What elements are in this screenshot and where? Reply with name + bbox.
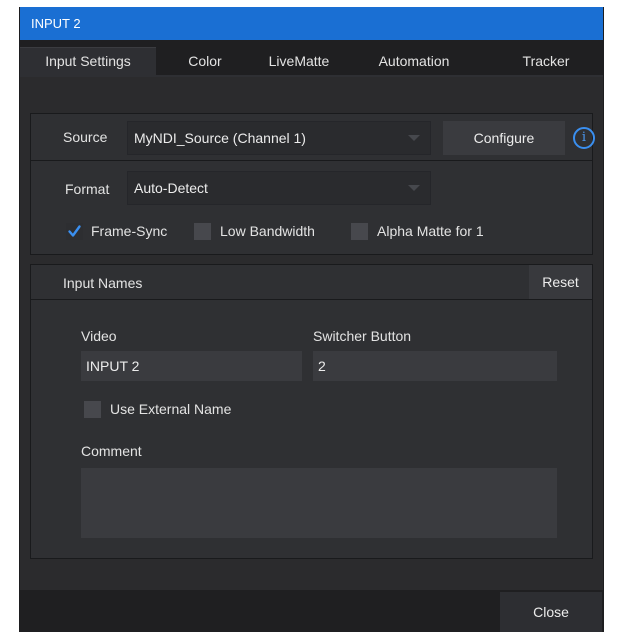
tab-strip-divider bbox=[20, 75, 603, 77]
section-divider bbox=[31, 299, 592, 300]
source-dropdown[interactable]: MyNDI_Source (Channel 1) bbox=[127, 121, 431, 155]
chevron-down-icon bbox=[408, 135, 420, 141]
tab-bar: Input Settings Color LiveMatte Automatio… bbox=[20, 40, 603, 76]
use-external-name-checkbox[interactable] bbox=[84, 401, 101, 418]
video-name-input[interactable]: INPUT 2 bbox=[81, 351, 302, 381]
input-names-header: Input Names bbox=[63, 275, 143, 291]
source-section: Source MyNDI_Source (Channel 1) Configur… bbox=[30, 113, 595, 255]
low-bandwidth-label: Low Bandwidth bbox=[220, 223, 315, 239]
source-label: Source bbox=[63, 129, 108, 145]
tab-livematte[interactable]: LiveMatte bbox=[258, 48, 340, 75]
dialog-footer: Close bbox=[20, 590, 603, 632]
source-value: MyNDI_Source (Channel 1) bbox=[134, 130, 306, 146]
tab-color[interactable]: Color bbox=[172, 48, 238, 75]
use-external-name-label: Use External Name bbox=[110, 401, 232, 417]
alpha-matte-label: Alpha Matte for 1 bbox=[377, 223, 484, 239]
frame-sync-checkbox[interactable] bbox=[66, 223, 83, 240]
switcher-button-label: Switcher Button bbox=[313, 328, 412, 344]
format-label: Format bbox=[65, 181, 110, 197]
format-value: Auto-Detect bbox=[134, 180, 208, 196]
comment-textarea[interactable] bbox=[81, 468, 557, 538]
input-settings-window: INPUT 2 Input Settings Color LiveMatte A… bbox=[19, 7, 604, 632]
window-title: INPUT 2 bbox=[20, 7, 603, 40]
tab-automation[interactable]: Automation bbox=[364, 48, 464, 75]
info-icon[interactable]: i bbox=[573, 127, 595, 149]
checkmark-icon bbox=[68, 225, 81, 237]
alpha-matte-checkbox[interactable] bbox=[351, 223, 368, 240]
input-names-section: Input Names Reset Video INPUT 2 Switcher… bbox=[30, 264, 593, 559]
tab-tracker[interactable]: Tracker bbox=[502, 48, 590, 75]
section-divider bbox=[31, 160, 592, 161]
tab-input-settings[interactable]: Input Settings bbox=[20, 47, 156, 76]
format-dropdown[interactable]: Auto-Detect bbox=[127, 171, 431, 205]
close-button[interactable]: Close bbox=[500, 592, 602, 632]
configure-button[interactable]: Configure bbox=[443, 121, 565, 155]
chevron-down-icon bbox=[408, 185, 420, 191]
frame-sync-label: Frame-Sync bbox=[91, 223, 168, 239]
comment-label: Comment bbox=[81, 443, 142, 459]
reset-button[interactable]: Reset bbox=[529, 265, 592, 299]
switcher-button-input[interactable]: 2 bbox=[313, 351, 557, 381]
low-bandwidth-checkbox[interactable] bbox=[194, 223, 211, 240]
video-label: Video bbox=[81, 328, 117, 344]
